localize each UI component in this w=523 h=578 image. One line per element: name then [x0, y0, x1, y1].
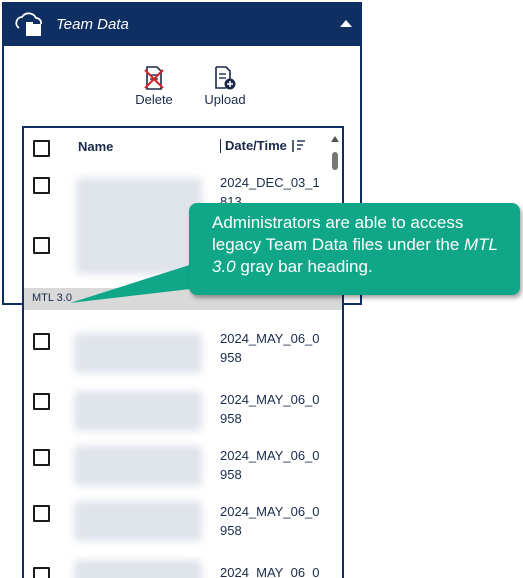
scroll-up-icon[interactable] [331, 136, 339, 142]
upload-file-icon [215, 66, 236, 90]
file-thumbnail [74, 391, 202, 431]
team-data-cloud-icon [15, 12, 42, 36]
name-column-header[interactable]: Name [78, 139, 113, 154]
file-date: 2024_MAY_06_0958 [220, 504, 320, 538]
file-thumbnail [74, 333, 202, 373]
screenshot-root: Team Data Delete Upload Name Date/Time 2… [0, 0, 523, 578]
panel-header: Team Data [4, 4, 360, 46]
scroll-thumb[interactable] [332, 152, 338, 170]
file-thumbnail [74, 446, 202, 486]
upload-button[interactable]: Upload [199, 66, 251, 107]
collapse-panel-button[interactable] [340, 20, 352, 27]
file-date: 2024_MAY_06_0958 [220, 448, 320, 482]
row-checkbox[interactable] [33, 177, 50, 194]
row-checkbox[interactable] [33, 449, 50, 466]
file-thumbnail [74, 501, 202, 541]
callout-text: Administrators are able to access legacy… [212, 213, 464, 254]
panel-title: Team Data [56, 16, 129, 33]
list-header: Name Date/Time [24, 128, 342, 168]
file-list: Name Date/Time 2024_DEC_03_1813 MTL 3.0 [22, 126, 344, 578]
file-date: 2024_MAY_06_0 [220, 565, 320, 578]
sort-icon[interactable] [292, 139, 306, 153]
delete-file-icon [144, 66, 164, 90]
row-checkbox[interactable] [33, 393, 50, 410]
file-date: 2024_MAY_06_0958 [220, 331, 320, 365]
row-checkbox[interactable] [33, 567, 50, 578]
file-thumbnail [76, 178, 202, 274]
delete-label: Delete [135, 92, 173, 107]
callout-text-end: gray bar heading. [235, 257, 373, 276]
delete-button[interactable]: Delete [131, 66, 177, 107]
row-checkbox[interactable] [33, 505, 50, 522]
upload-label: Upload [204, 92, 246, 107]
row-checkbox[interactable] [33, 333, 50, 350]
date-column-header[interactable]: Date/Time [220, 139, 287, 153]
file-thumbnail [74, 560, 202, 578]
group-label: MTL 3.0 [32, 292, 72, 304]
row-checkbox[interactable] [33, 237, 50, 254]
select-all-checkbox[interactable] [33, 140, 50, 157]
annotation-callout: Administrators are able to access legacy… [189, 203, 520, 295]
file-date: 2024_MAY_06_0958 [220, 392, 320, 426]
